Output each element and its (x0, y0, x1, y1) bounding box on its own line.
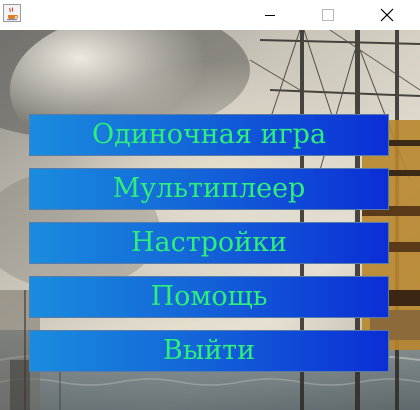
single-player-button[interactable]: Одиночная игра (29, 114, 389, 156)
maximize-icon (322, 9, 334, 21)
close-icon (380, 8, 394, 22)
settings-button[interactable]: Настройки (29, 222, 389, 264)
minimize-button[interactable] (247, 0, 293, 30)
help-button[interactable]: Помощь (29, 276, 389, 318)
maximize-button[interactable] (305, 0, 351, 30)
title-bar[interactable] (0, 0, 420, 30)
game-window: Одиночная игра Мультиплеер Настройки Пом… (0, 0, 420, 410)
multiplayer-button[interactable]: Мультиплеер (29, 168, 389, 210)
exit-button[interactable]: Выйти (29, 330, 389, 372)
background-painting: Одиночная игра Мультиплеер Настройки Пом… (0, 30, 420, 410)
close-button[interactable] (364, 0, 410, 30)
minimize-icon (265, 15, 275, 16)
java-coffee-icon (3, 4, 21, 22)
